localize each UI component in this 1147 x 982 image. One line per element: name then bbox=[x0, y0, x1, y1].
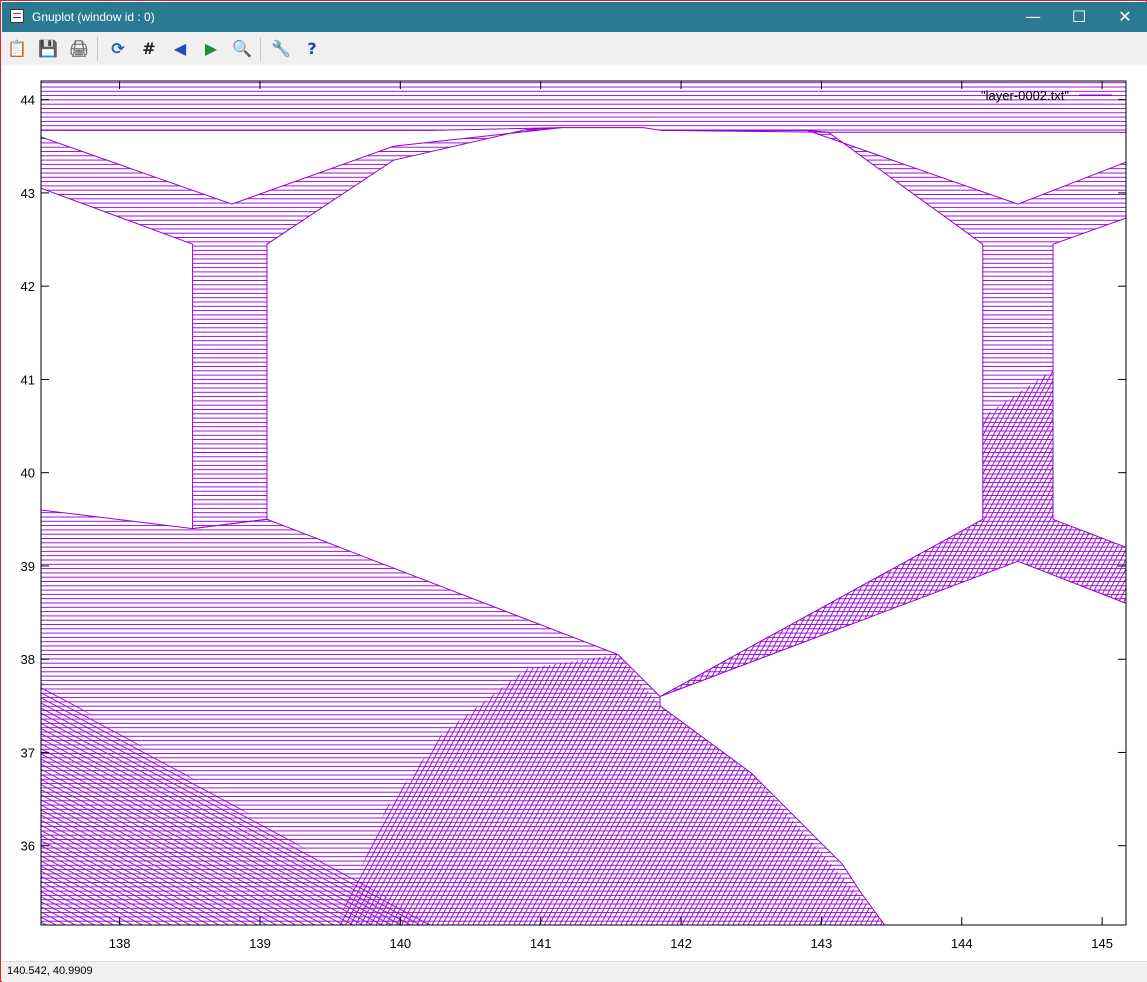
x-tick-label: 143 bbox=[811, 936, 833, 951]
y-tick-label: 40 bbox=[21, 466, 35, 481]
cursor-coordinates: 140.542, 40.9909 bbox=[7, 965, 93, 977]
replot-icon[interactable]: ⟳ bbox=[105, 36, 131, 62]
x-tick-label: 142 bbox=[670, 936, 692, 951]
y-tick-label: 38 bbox=[21, 652, 35, 667]
series-region-diagonal bbox=[660, 370, 1126, 697]
maximize-button[interactable]: ☐ bbox=[1056, 2, 1102, 32]
y-tick-label: 44 bbox=[21, 93, 35, 108]
window-title: Gnuplot (window id : 0) bbox=[32, 10, 155, 24]
x-tick-label: 140 bbox=[389, 936, 411, 951]
toolbar-separator bbox=[260, 37, 261, 61]
close-button[interactable]: ✕ bbox=[1102, 2, 1147, 32]
title-bar[interactable]: Gnuplot (window id : 0) — ☐ ✕ bbox=[2, 2, 1147, 32]
y-tick-label: 42 bbox=[21, 279, 35, 294]
series-region-0 bbox=[41, 81, 1126, 133]
copy-to-clipboard-icon[interactable]: 📋 bbox=[4, 36, 30, 62]
options-wrench-icon[interactable]: 🔧 bbox=[268, 36, 294, 62]
x-tick-label: 138 bbox=[109, 936, 131, 951]
print-icon[interactable]: 🖨 bbox=[66, 36, 92, 62]
plot-canvas[interactable]: 138 139 140 141 142 143 144 145 36 37 38 39 40 41 42 43… bbox=[2, 65, 1147, 961]
save-icon[interactable]: 💾 bbox=[35, 36, 61, 62]
autoscale-icon[interactable]: 🔍 bbox=[229, 36, 255, 62]
x-tick-label: 145 bbox=[1091, 936, 1113, 951]
y-tick-label: 41 bbox=[21, 372, 35, 387]
x-tick-label: 141 bbox=[530, 936, 552, 951]
series-region-1 bbox=[41, 127, 562, 530]
minimize-button[interactable]: — bbox=[1010, 2, 1056, 32]
chart-svg: 138 139 140 141 142 143 144 145 36 37 38 39 40 41 42 43… bbox=[21, 80, 1127, 951]
zoom-previous-icon[interactable]: ◀ bbox=[167, 36, 193, 62]
zoom-next-icon[interactable]: ▶ bbox=[198, 36, 224, 62]
x-tick-label: 139 bbox=[249, 936, 271, 951]
y-tick-label: 37 bbox=[21, 745, 35, 760]
grid-icon[interactable]: # bbox=[136, 36, 162, 62]
toolbar: 📋 💾 🖨 ⟳ # ◀ ▶ 🔍 🔧 ? bbox=[2, 32, 1147, 65]
legend-label: "layer-0002.txt" bbox=[981, 88, 1069, 103]
y-tick-label: 43 bbox=[21, 186, 35, 201]
help-icon[interactable]: ? bbox=[299, 36, 325, 62]
x-tick-label: 144 bbox=[951, 936, 973, 951]
plot-layer bbox=[41, 81, 1126, 925]
y-tick-label: 39 bbox=[21, 559, 35, 574]
status-bar: 140.542, 40.9909 bbox=[2, 961, 1147, 982]
toolbar-separator bbox=[97, 37, 98, 61]
y-tick-label: 36 bbox=[21, 839, 35, 854]
gnuplot-window: Gnuplot (window id : 0) — ☐ ✕ 📋 💾 🖨 ⟳ # … bbox=[0, 0, 1147, 982]
gnuplot-app-icon bbox=[10, 9, 24, 23]
